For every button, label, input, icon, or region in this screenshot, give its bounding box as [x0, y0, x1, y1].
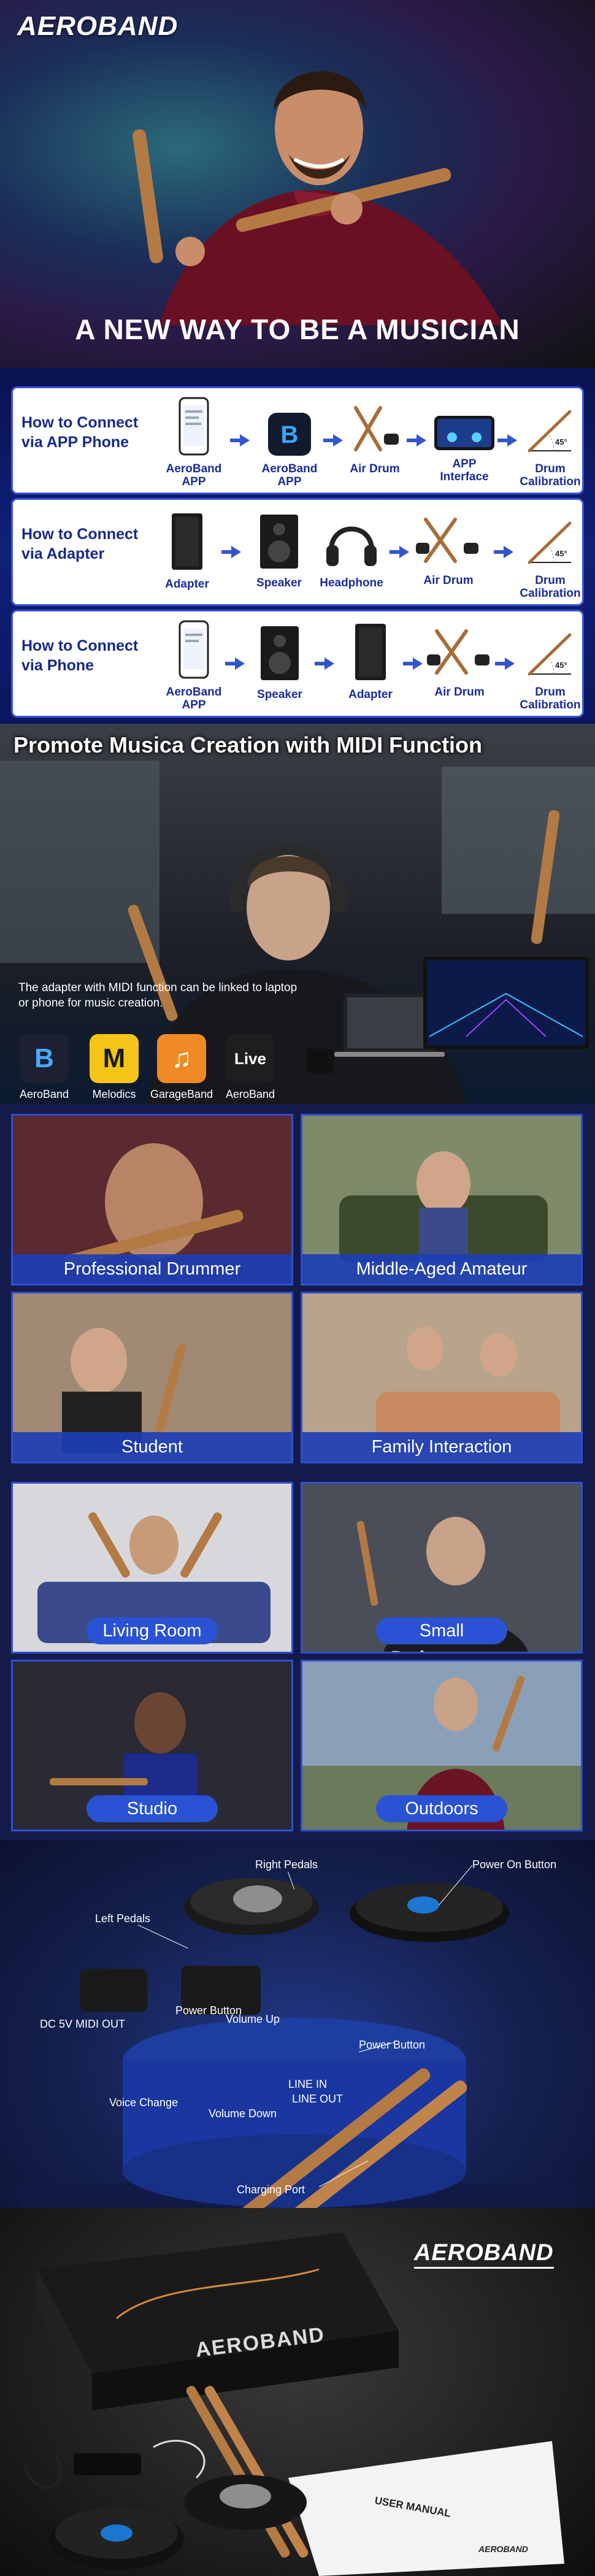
step-speaker: Speaker: [248, 513, 310, 589]
step-drum-calibration: 45° Drum Calibration: [516, 630, 585, 711]
aeroband-app-icon: B: [20, 1034, 69, 1083]
scene-label: Student: [13, 1432, 291, 1462]
step-adapter: Adapter: [337, 623, 404, 701]
scene-label: Studio: [86, 1795, 218, 1822]
scene-family-interaction: Family Interaction: [301, 1292, 583, 1463]
connect-title: How to Connect via Adapter: [21, 526, 139, 562]
scene-label: Outdoors: [376, 1795, 507, 1822]
label-power-button-stick: Power Button: [359, 2039, 426, 2051]
speaker-icon: [260, 515, 298, 569]
step-air-drum: Air Drum: [423, 627, 496, 699]
manual-brand: AEROBAND: [478, 2544, 528, 2554]
step-speaker: Speaker: [246, 625, 313, 701]
scene-label: Middle-Aged Amateur: [302, 1254, 581, 1284]
calibration-angle: 45°: [555, 549, 567, 558]
step-drum-calibration: 45° Drum Calibration: [516, 518, 585, 600]
label-volume-down: Volume Down: [209, 2107, 277, 2120]
connect-title: How to Connect via APP Phone: [21, 414, 139, 451]
app-interface-icon: [434, 416, 494, 450]
scenes-section-1: Professional Drummer Middle-Aged Amateur…: [0, 1104, 595, 1472]
adapter-icon: [355, 624, 386, 680]
scene-middle-aged-amateur: Middle-Aged Amateur: [301, 1114, 583, 1286]
melodics-app-icon: M: [90, 1034, 139, 1083]
step-drum-calibration: 45° Drum Calibration: [516, 407, 585, 488]
package-section: AEROBAND AEROBAND USER MANUAL AEROBAND: [0, 2208, 595, 2576]
calibration-icon: 45°: [528, 410, 572, 453]
calibration-icon: 45°: [528, 633, 572, 676]
connect-panel-adapter: How to Connect via Adapter Adapter Speak…: [11, 498, 584, 606]
label-power-on-button: Power On Button: [472, 1858, 557, 1871]
drumstick-left: [132, 129, 163, 264]
adapter-left: [80, 1969, 147, 2012]
air-drum-icon: [427, 629, 489, 675]
brand-logo: AEROBAND: [414, 2240, 554, 2269]
calibration-icon: 45°: [528, 521, 572, 564]
calibration-angle: 45°: [555, 437, 567, 447]
label-left-pedals: Left Pedals: [95, 1912, 151, 1925]
label-line-in: LINE IN: [288, 2078, 328, 2090]
step-aeroband-app: AeroBand APP: [160, 620, 228, 711]
scenes-section-2: Living Room Small Performance Studio Out…: [0, 1472, 595, 1840]
app-label: GarageBand: [150, 1088, 213, 1100]
aeroband-app-icon: B: [268, 413, 311, 456]
step-headphone: Headphone: [315, 515, 388, 589]
midi-caption: The adapter with MIDI function can be li…: [18, 981, 298, 1010]
connect-title: How to Connect via Phone: [21, 637, 139, 674]
label-line-out: LINE OUT: [292, 2093, 344, 2105]
step-adapter: Adapter: [156, 512, 218, 591]
scene-label: Family Interaction: [302, 1432, 581, 1462]
scene-professional-drummer: Professional Drummer: [11, 1114, 293, 1286]
connect-panel-app-phone: How to Connect via APP Phone AeroBand AP…: [11, 386, 584, 494]
label-voice-change: Voice Change: [109, 2096, 178, 2109]
hero-drummer-photo: [132, 71, 503, 325]
right-pedal: [350, 1883, 509, 1942]
hero-section: AEROBAND A NEW WAY TO BE A MUSICIAN: [0, 0, 595, 368]
parts-section: Left Pedals Right Pedals Power On Button…: [0, 1840, 595, 2208]
label-volume-up: Volume Up: [226, 2013, 280, 2025]
step-aeroband-app-icon: B AeroBand APP: [256, 413, 323, 488]
app-label: Melodics: [92, 1088, 136, 1100]
app-label: AeroBand: [225, 1088, 275, 1100]
headphone-icon: [326, 526, 377, 566]
scene-small-performance: Small Performance: [301, 1482, 583, 1654]
connect-panel-phone: How to Connect via Phone AeroBand APP Sp…: [11, 610, 584, 718]
midi-section: Promote Musica Creation with MIDI Functi…: [0, 724, 595, 1104]
live-app-icon: Live: [226, 1034, 275, 1083]
scene-student: Student: [11, 1292, 293, 1463]
label-right-pedals: Right Pedals: [255, 1858, 318, 1871]
label-charging-port: Charging Port: [237, 2183, 305, 2196]
scene-studio: Studio: [11, 1660, 293, 1831]
label-dc-midi: DC 5V MIDI OUT: [40, 2018, 126, 2030]
app-label: AeroBand: [19, 1088, 69, 1100]
monitor: [423, 957, 589, 1049]
step-air-drum: Air Drum: [344, 404, 405, 475]
scene-label: Professional Drummer: [13, 1254, 291, 1284]
step-app-interface: APP Interface: [428, 415, 501, 483]
step-aeroband-app: AeroBand APP: [160, 397, 228, 488]
connect-section: How to Connect via APP Phone AeroBand AP…: [0, 368, 595, 724]
step-air-drum: Air Drum: [412, 516, 485, 587]
scene-label: Living Room: [86, 1617, 218, 1644]
phone-icon: [178, 397, 209, 456]
calibration-angle: 45°: [555, 661, 567, 670]
air-drum-icon: [416, 518, 478, 563]
garageband-app-icon: ♫: [157, 1034, 206, 1083]
scene-label: Small Performance: [376, 1617, 507, 1652]
hero-headline: A NEW WAY TO BE A MUSICIAN: [75, 313, 520, 345]
scene-outdoors: Outdoors: [301, 1660, 583, 1831]
phone-icon: [178, 620, 209, 679]
adapter-device: [307, 1049, 334, 1073]
svg-text:B: B: [281, 421, 299, 448]
air-drum-icon: [354, 406, 399, 451]
speaker-icon: [261, 626, 299, 680]
adapter-icon: [172, 513, 202, 570]
scene-living-room: Living Room: [11, 1482, 293, 1654]
left-pedal: [184, 1878, 319, 1935]
midi-title: Promote Musica Creation with MIDI Functi…: [13, 732, 483, 757]
